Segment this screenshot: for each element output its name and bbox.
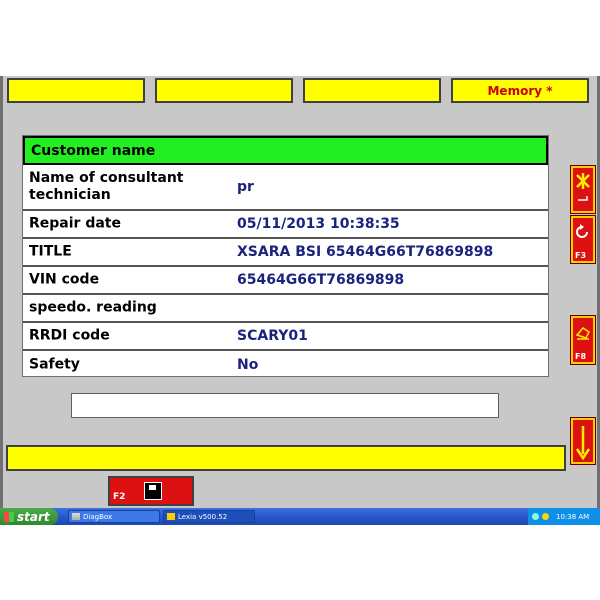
print-button[interactable]: F8 [570, 315, 596, 365]
taskbar-item-label: Lexia v500.52 [178, 512, 228, 521]
save-fkey: F2 [113, 492, 126, 502]
row-value: XSARA BSI 65464G66T76869898 [237, 244, 494, 260]
row-label: RRDI code [29, 327, 110, 344]
memory-button-label: Memory * [487, 83, 553, 98]
taskbar-item-label: DiagBox [83, 512, 113, 521]
floppy-disk-icon [144, 482, 162, 500]
panel-header: Customer name [23, 136, 548, 165]
taskbar: start DiagBox Lexia v500.52 10:38 AM [0, 508, 600, 525]
info-row-speedo: speedo. reading [23, 295, 548, 323]
diagbox-app-icon [72, 513, 80, 520]
clock: 10:38 AM [556, 512, 590, 521]
volume-icon[interactable] [542, 513, 549, 520]
taskbar-item-diagbox[interactable]: DiagBox [68, 510, 160, 523]
exit-button[interactable] [570, 165, 596, 214]
arrow-down-icon [573, 422, 593, 464]
info-row-vin: VIN code 65464G66T76869898 [23, 267, 548, 295]
info-row-safety: Safety No [23, 351, 548, 376]
row-value: No [237, 357, 259, 373]
exit-icon [573, 170, 593, 210]
print-icon [573, 320, 593, 346]
vehicle-info-panel: Customer name Name of consultant technic… [22, 135, 549, 377]
row-label: TITLE [29, 243, 72, 260]
row-value: pr [237, 179, 254, 195]
status-bar [6, 445, 566, 471]
row-label: Repair date [29, 215, 121, 232]
info-row-rrdi: RRDI code SCARY01 [23, 323, 548, 351]
row-value: SCARY01 [237, 328, 308, 344]
row-label: speedo. reading [29, 299, 157, 316]
start-label: start [17, 509, 50, 524]
info-row-title: TITLE XSARA BSI 65464G66T76869898 [23, 239, 548, 267]
panel-header-title: Customer name [31, 142, 156, 159]
toolbar-button-2[interactable] [155, 78, 293, 103]
taskbar-item-lexia[interactable]: Lexia v500.52 [163, 510, 255, 523]
refresh-fkey: F3 [575, 251, 587, 260]
row-label: Name of consultant technician [29, 170, 184, 203]
refresh-icon [573, 220, 593, 246]
refresh-button[interactable]: F3 [570, 215, 596, 264]
down-button[interactable] [570, 417, 596, 465]
lexia-app-icon [167, 513, 175, 520]
start-button[interactable]: start [0, 508, 58, 525]
windows-logo-icon [4, 511, 14, 522]
toolbar-button-3[interactable] [303, 78, 441, 103]
print-fkey: F8 [575, 352, 587, 361]
system-tray: 10:38 AM [528, 508, 600, 525]
info-row-repair-date: Repair date 05/11/2013 10:38:35 [23, 211, 548, 239]
network-icon[interactable] [532, 513, 539, 520]
row-value: 65464G66T76869898 [237, 272, 405, 288]
toolbar-button-1[interactable] [7, 78, 145, 103]
window-border-left [0, 76, 3, 508]
text-input[interactable] [71, 393, 499, 418]
row-value: 05/11/2013 10:38:35 [237, 216, 400, 232]
row-label: Safety [29, 356, 80, 373]
memory-button[interactable]: Memory * [451, 78, 589, 103]
row-label: VIN code [29, 271, 100, 288]
info-row-technician: Name of consultant technician pr [23, 165, 548, 211]
save-button[interactable]: F2 [108, 476, 194, 506]
